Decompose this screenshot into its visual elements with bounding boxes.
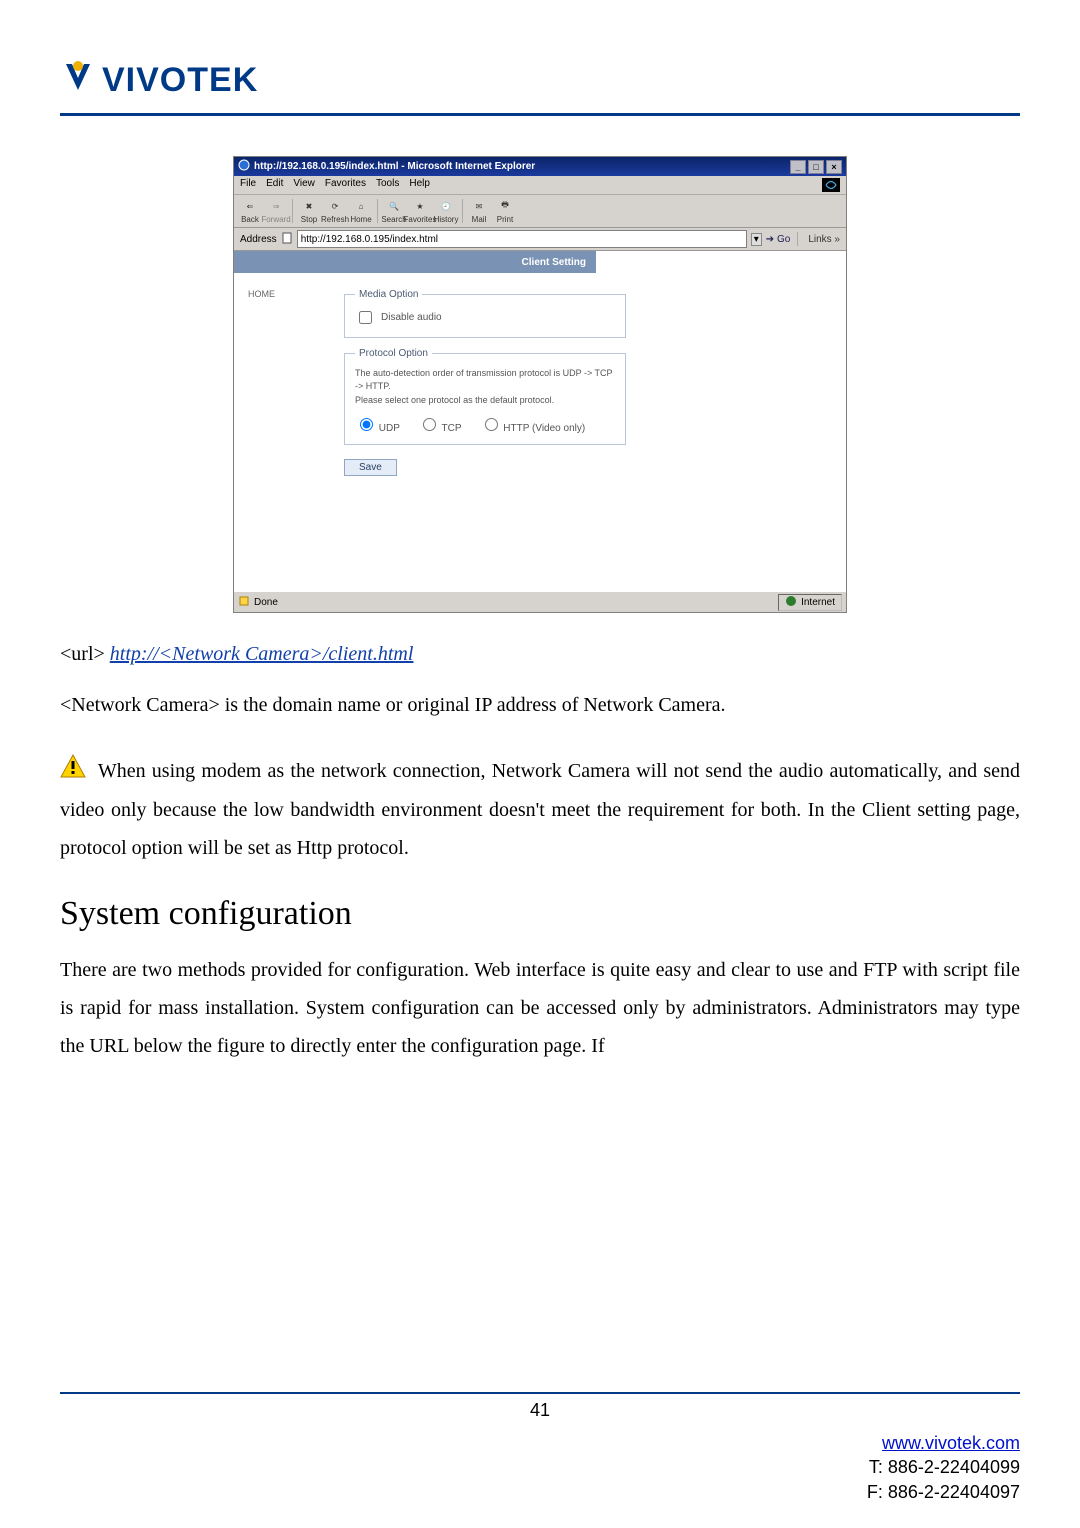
menubar: File Edit View Favorites Tools Help <box>234 176 846 195</box>
warning-text: When using modem as the network connecti… <box>60 760 1020 859</box>
radio-http-label: HTTP (Video only) <box>503 423 585 434</box>
address-label: Address <box>240 234 277 245</box>
print-button[interactable]: 🖶Print <box>493 197 517 225</box>
print-icon: 🖶 <box>496 198 514 214</box>
status-done-text: Done <box>254 597 278 608</box>
internet-zone-icon <box>785 595 797 610</box>
forward-button[interactable]: ⇒Forward <box>264 197 288 225</box>
url-label: <url> <box>60 643 110 665</box>
protocol-option-fieldset: Protocol Option The auto-detection order… <box>344 348 626 445</box>
status-zone: Internet <box>778 594 842 611</box>
radio-udp[interactable] <box>360 418 373 431</box>
home-button[interactable]: ⌂Home <box>349 197 373 225</box>
disable-audio-checkbox[interactable] <box>359 311 372 324</box>
heading-system-configuration: System configuration <box>60 895 1020 933</box>
logo-text: VIVOTEK <box>102 61 258 100</box>
radio-http-row[interactable]: HTTP (Video only) <box>480 415 586 434</box>
stop-icon: ✖ <box>300 198 318 214</box>
statusbar: Done Internet <box>234 591 846 612</box>
header-logo: VIVOTEK <box>60 60 1020 101</box>
page-number: 41 <box>60 1394 1020 1421</box>
footer-contact: www.vivotek.com T: 886-2-22404099 F: 886… <box>60 1431 1020 1504</box>
header-rule <box>60 113 1020 116</box>
page-content: Client Setting HOME Media Option Disable… <box>234 251 846 591</box>
system-config-para: There are two methods provided for confi… <box>60 951 1020 1065</box>
home-icon: ⌂ <box>352 198 370 214</box>
menu-help[interactable]: Help <box>409 178 430 192</box>
toolbar: ⇐Back ⇒Forward ✖Stop ⟳Refresh ⌂Home 🔍Sea… <box>234 195 846 228</box>
back-icon: ⇐ <box>241 198 259 214</box>
stop-button[interactable]: ✖Stop <box>297 197 321 225</box>
page-icon <box>281 232 293 247</box>
client-setting-header: Client Setting <box>234 251 596 273</box>
refresh-icon: ⟳ <box>326 198 344 214</box>
status-done-icon <box>238 595 250 610</box>
radio-udp-label: UDP <box>379 423 400 434</box>
menu-tools[interactable]: Tools <box>376 178 399 192</box>
status-zone-text: Internet <box>801 597 835 608</box>
go-icon: ➔ <box>766 234 774 245</box>
search-icon: 🔍 <box>385 198 403 214</box>
forward-icon: ⇒ <box>267 198 285 214</box>
address-dropdown-icon[interactable]: ▾ <box>751 233 762 246</box>
close-button[interactable]: × <box>826 160 842 174</box>
media-option-legend: Media Option <box>355 289 422 300</box>
menu-view[interactable]: View <box>293 178 315 192</box>
radio-udp-row[interactable]: UDP <box>355 415 400 434</box>
mail-icon: ✉ <box>470 198 488 214</box>
back-button[interactable]: ⇐Back <box>238 197 262 225</box>
disable-audio-label: Disable audio <box>381 312 442 323</box>
radio-tcp-label: TCP <box>442 423 462 434</box>
address-bar: Address ▾ ➔ Go Links » <box>234 228 846 251</box>
favorites-icon: ★ <box>411 198 429 214</box>
url-note: <Network Camera> is the domain name or o… <box>60 686 1020 724</box>
minimize-button[interactable]: _ <box>790 160 806 174</box>
footer-tel: T: 886-2-22404099 <box>869 1457 1020 1477</box>
refresh-button[interactable]: ⟳Refresh <box>323 197 347 225</box>
search-button[interactable]: 🔍Search <box>382 197 406 225</box>
menu-edit[interactable]: Edit <box>266 178 283 192</box>
radio-http[interactable] <box>485 418 498 431</box>
menu-file[interactable]: File <box>240 178 256 192</box>
radio-tcp[interactable] <box>423 418 436 431</box>
favorites-button[interactable]: ★Favorites <box>408 197 432 225</box>
disable-audio-row[interactable]: Disable audio <box>355 308 615 327</box>
url-line: <url> http://<Network Camera>/client.htm… <box>60 643 1020 666</box>
ie-brand-icon <box>822 178 840 192</box>
radio-tcp-row[interactable]: TCP <box>418 415 462 434</box>
window-title: http://192.168.0.195/index.html - Micros… <box>254 161 535 172</box>
left-nav: HOME <box>234 251 340 591</box>
save-button[interactable]: Save <box>344 459 397 476</box>
maximize-button[interactable]: □ <box>808 160 824 174</box>
links-button[interactable]: Links » <box>808 234 840 245</box>
history-icon: 🕘 <box>437 198 455 214</box>
protocol-msg-2: Please select one protocol as the defaul… <box>355 394 615 407</box>
titlebar: http://192.168.0.195/index.html - Micros… <box>234 157 846 176</box>
footer-fax: F: 886-2-22404097 <box>867 1482 1020 1502</box>
browser-window: http://192.168.0.195/index.html - Micros… <box>233 156 847 613</box>
protocol-msg-1: The auto-detection order of transmission… <box>355 367 615 392</box>
protocol-option-legend: Protocol Option <box>355 348 432 359</box>
client-html-link[interactable]: http://<Network Camera>/client.html <box>110 643 414 665</box>
mail-button[interactable]: ✉Mail <box>467 197 491 225</box>
media-option-fieldset: Media Option Disable audio <box>344 289 626 338</box>
go-button[interactable]: ➔ Go <box>766 234 791 245</box>
ie-icon <box>238 159 250 174</box>
warning-icon <box>60 753 86 791</box>
nav-home[interactable]: HOME <box>248 289 275 299</box>
client-setting-title: Client Setting <box>522 257 586 268</box>
vivotek-logo-icon <box>60 60 96 101</box>
history-button[interactable]: 🕘History <box>434 197 458 225</box>
address-input[interactable] <box>297 230 747 248</box>
footer-link[interactable]: www.vivotek.com <box>882 1433 1020 1453</box>
menu-favorites[interactable]: Favorites <box>325 178 366 192</box>
